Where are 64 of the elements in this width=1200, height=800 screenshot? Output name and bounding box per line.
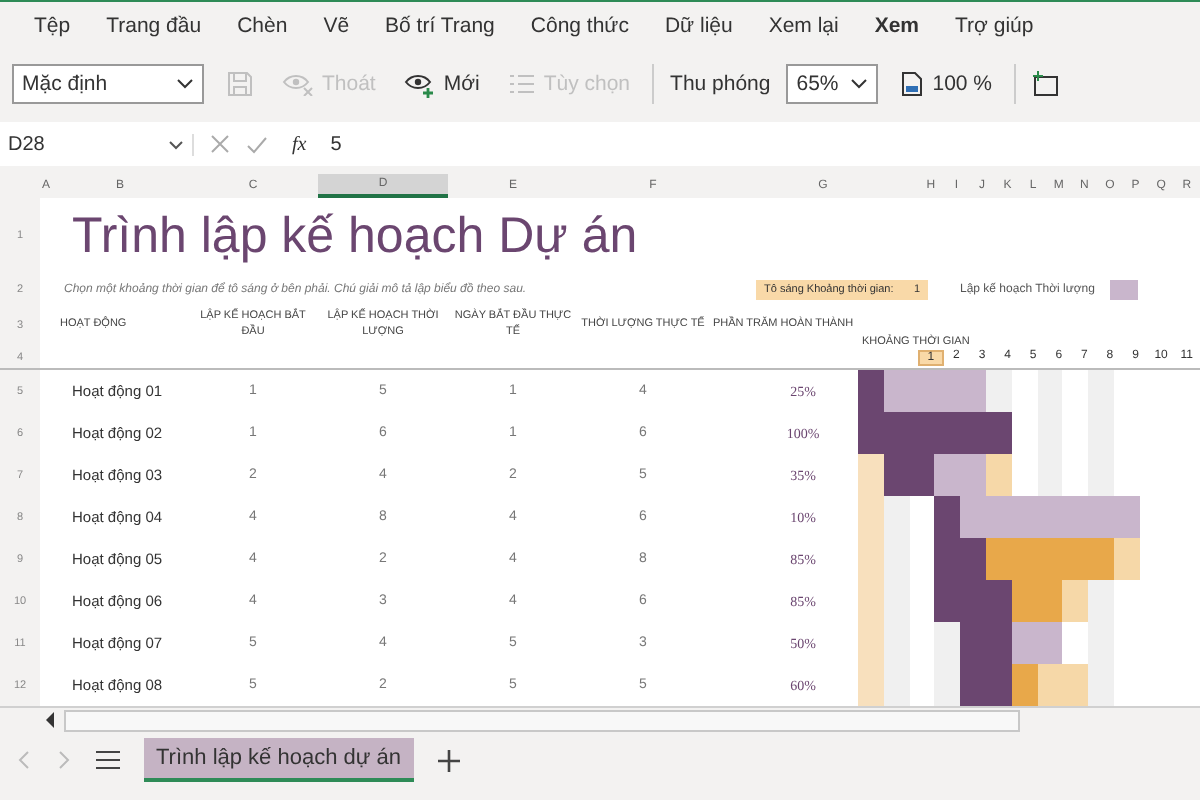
chevron-down-icon [850, 78, 869, 90]
eye-icon [282, 72, 314, 96]
sheet-tab[interactable]: Trình lập kế hoạch dự án [144, 738, 414, 782]
previous-sheet-icon[interactable] [16, 750, 32, 770]
legend-swatch [1110, 279, 1139, 299]
gantt-bar-segment [985, 454, 1012, 496]
gantt-bar-segment [1062, 664, 1089, 706]
gantt-bar-segment [858, 370, 884, 412]
menu-icon[interactable] [96, 750, 120, 770]
frame-icon[interactable] [1032, 70, 1061, 98]
gantt-bar-segment [1113, 538, 1140, 580]
name-box[interactable]: D28 [8, 133, 194, 155]
gantt-cell [934, 622, 961, 664]
gantt-bar-segment [1088, 538, 1114, 580]
next-sheet-icon[interactable] [56, 750, 72, 770]
menu-tab[interactable]: Dữ liệu [646, 14, 751, 38]
check-icon[interactable] [246, 135, 268, 153]
gantt-cell [858, 454, 884, 496]
cancel-icon[interactable] [210, 134, 230, 154]
menu-tab[interactable]: Vẽ [305, 14, 368, 38]
sheet-title: Trình lập kế hoạch Dự án [70, 207, 638, 265]
chevron-down-icon [176, 78, 194, 90]
gantt-bar-segment [985, 412, 1012, 454]
gantt-cell [1088, 370, 1114, 412]
horizontal-scrollbar[interactable] [64, 709, 1020, 731]
add-sheet-icon[interactable] [437, 749, 460, 771]
gantt-cell [1088, 454, 1114, 496]
gantt-bar-segment [1062, 580, 1089, 622]
function-button[interactable]: fx [284, 133, 315, 155]
list-icon [507, 72, 536, 96]
gantt-bar-segment [985, 538, 1012, 580]
zoom-label: Thu phóng [670, 72, 771, 96]
gantt-bar-segment [1113, 496, 1140, 538]
menu-tab[interactable]: Xem [856, 14, 938, 38]
gantt-bar-segment [934, 454, 961, 496]
gantt-cell [883, 496, 910, 538]
gantt-bar-segment [934, 496, 961, 538]
menu-tab[interactable]: Công thức [512, 14, 647, 38]
menu-tab[interactable]: Trang đầu [88, 14, 220, 38]
gantt-cell [985, 370, 1012, 412]
gantt-bar-segment [960, 370, 986, 412]
style-select[interactable]: Mặc định [12, 64, 204, 104]
menu-tab[interactable]: Tệp [16, 14, 89, 38]
gantt-bar-segment [1011, 664, 1038, 706]
eye-plus-icon [403, 71, 436, 97]
zoom-100-button[interactable]: 100 % [894, 66, 999, 102]
gantt-bar-segment [1011, 622, 1038, 664]
gantt-cell [1037, 454, 1063, 496]
save-icon [226, 70, 254, 98]
page-icon [900, 70, 925, 98]
gantt-cell [1037, 370, 1063, 412]
gantt-bar-segment [1037, 664, 1063, 706]
gantt-bar-segment [883, 370, 910, 412]
gantt-bar-segment [1037, 622, 1063, 664]
gantt-cell [858, 664, 884, 706]
new-button[interactable]: Mới [397, 67, 486, 101]
menu-tab[interactable]: Chèn [219, 14, 306, 38]
menu-tab[interactable]: Xem lại [750, 14, 857, 38]
menu-tab[interactable]: Bố trí Trang [367, 14, 513, 38]
chevron-down-icon [168, 139, 184, 149]
menu-tab[interactable]: Trợ giúp [937, 14, 1052, 38]
zoom-select[interactable]: 65% [786, 64, 879, 104]
gantt-cell [1088, 580, 1114, 622]
formula-input[interactable]: 5 [330, 133, 342, 155]
